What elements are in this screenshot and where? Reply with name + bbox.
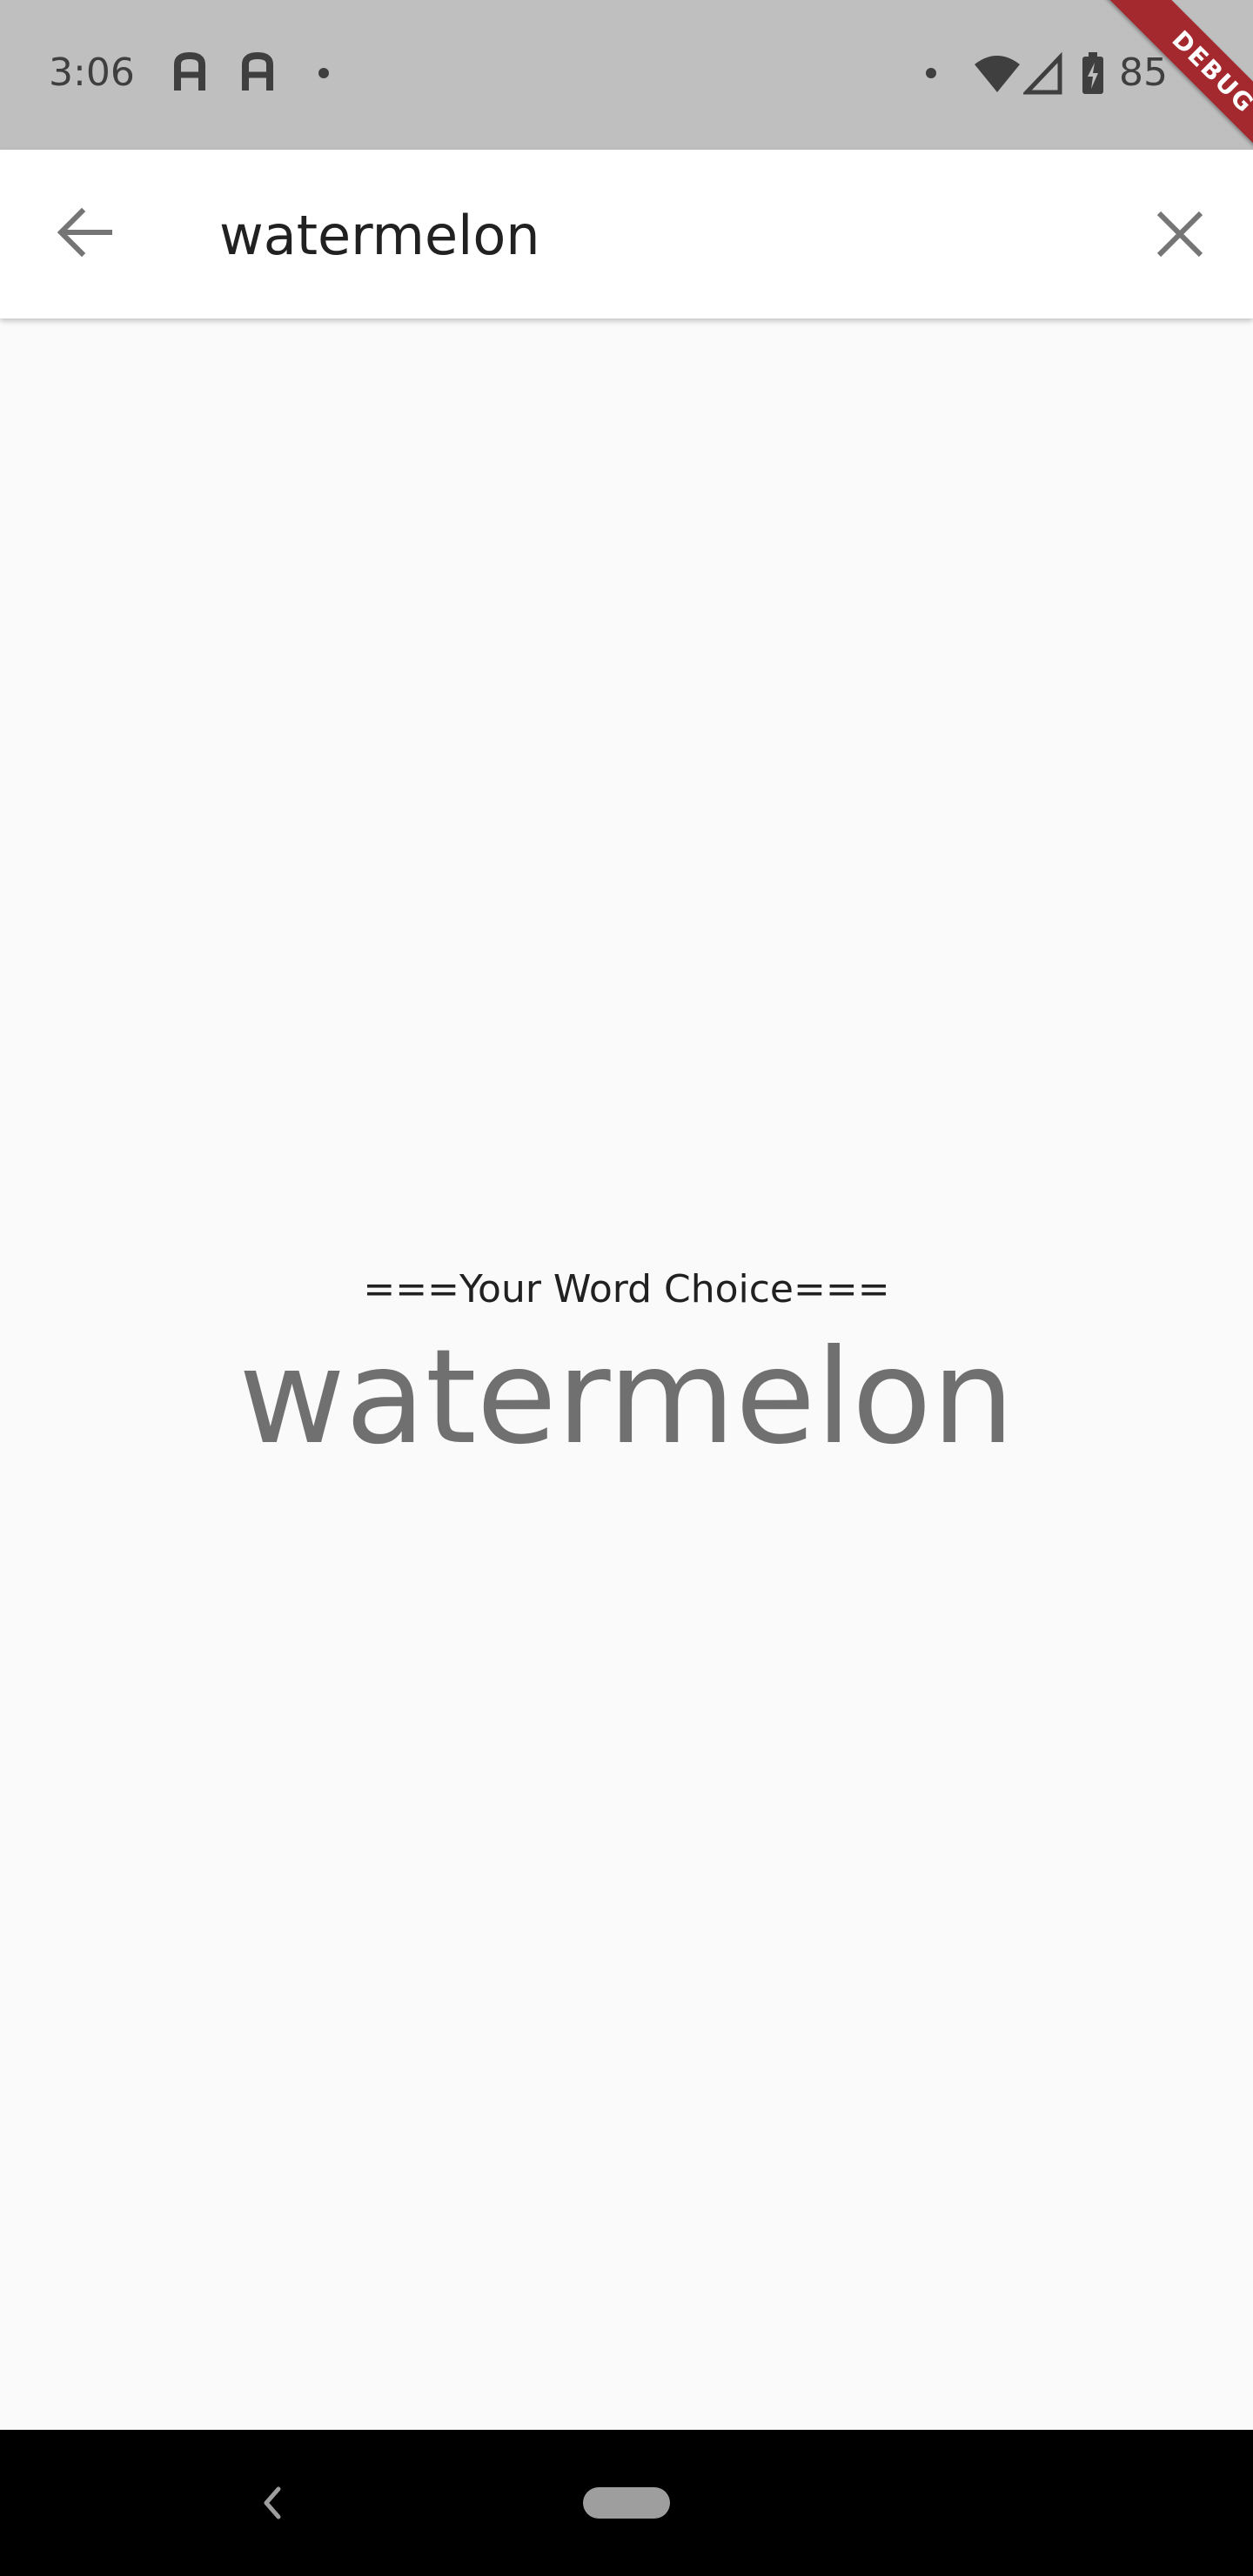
a-notification-icon [174,51,205,91]
nav-back-icon[interactable] [245,2473,298,2532]
dot-icon [926,68,936,78]
home-pill-icon[interactable] [583,2487,670,2519]
chosen-word: watermelon [238,1322,1015,1473]
clear-button[interactable] [1138,192,1222,276]
arrow-back-icon [57,207,112,258]
close-icon [1156,211,1203,258]
back-button[interactable] [42,192,125,276]
battery-charging-icon [1082,52,1103,94]
dot-icon [318,68,329,78]
a-notification-icon [242,51,273,91]
navigation-bar [0,2430,1253,2576]
signal-icon [1023,51,1062,95]
app-bar [0,150,1253,319]
word-choice-panel: ===Your Word Choice=== watermelon [0,319,1253,2430]
status-bar: 3:06 85 [0,0,1253,150]
status-time: 3:06 [49,50,135,95]
search-input[interactable] [219,193,1089,277]
wifi-icon [975,56,1020,92]
battery-percentage: 85 [1119,50,1168,95]
word-choice-heading: ===Your Word Choice=== [363,1267,890,1311]
